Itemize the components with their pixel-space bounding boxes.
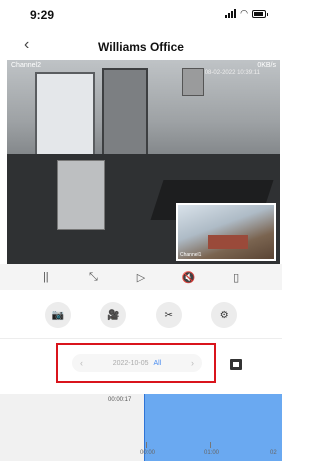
video-player[interactable]: Channel2 0KB/s 08-02-2022 10:39:11 Chann… — [7, 60, 280, 264]
playback-controls: || ⤡ ▷ 🔇 ▯ — [0, 264, 282, 290]
pip-scene-desk — [208, 235, 248, 249]
pause-button[interactable]: || — [35, 271, 57, 283]
tick-mark — [146, 442, 147, 448]
tick-label: 00:00 — [140, 450, 156, 456]
tool-buttons: 📷 🎥 ✂ ⚙ — [0, 302, 282, 330]
snapshot-button[interactable]: 📷 — [44, 302, 71, 328]
bitrate-label: 0KB/s — [257, 62, 276, 69]
cursor-time: 00:00:17 — [108, 397, 132, 403]
video-scene-poster — [182, 68, 204, 96]
page-title: Williams Office — [98, 40, 184, 54]
divider — [0, 338, 282, 339]
filter-all-button[interactable]: All — [153, 360, 161, 367]
nav-bar: ‹ Williams Office — [0, 30, 282, 60]
picture-in-picture[interactable]: Channel1 — [176, 203, 276, 261]
video-scene-cabinet — [57, 160, 105, 230]
rotate-button[interactable]: ▯ — [225, 271, 247, 284]
calendar-icon[interactable] — [230, 359, 242, 370]
record-button[interactable]: 🎥 — [100, 302, 127, 328]
tick-label: 02 — [270, 450, 277, 456]
date-selector[interactable]: ‹ 2022-10-05 All › — [72, 354, 202, 372]
video-timestamp: 08-02-2022 10:39:11 — [204, 70, 260, 76]
tick-mark — [210, 442, 211, 448]
video-scene-door — [102, 68, 148, 168]
fullscreen-button[interactable]: ⤡ — [82, 271, 104, 284]
clip-button[interactable]: ✂ — [155, 302, 182, 328]
date-label-group: 2022-10-05 All — [113, 360, 162, 367]
settings-button[interactable]: ⚙ — [211, 302, 238, 328]
play-next-button[interactable]: ▷ — [130, 271, 152, 284]
playback-timeline[interactable]: 00:00:17 00:00 01:00 02 — [0, 394, 282, 461]
signal-icon — [225, 9, 237, 18]
date-text: 2022-10-05 — [112, 359, 149, 367]
status-icons: ◠ — [225, 8, 268, 19]
wifi-icon: ◠ — [240, 8, 248, 18]
status-time: 9:29 — [30, 8, 55, 22]
status-bar: 9:29 ◠ — [0, 0, 282, 28]
prev-date-button[interactable]: ‹ — [80, 358, 83, 368]
next-date-button[interactable]: › — [191, 358, 194, 368]
battery-icon — [252, 9, 268, 18]
channel-label: Channel2 — [11, 62, 41, 69]
mute-button[interactable]: 🔇 — [178, 271, 200, 284]
pip-channel-label: Channel1 — [180, 252, 202, 258]
tick-label: 01:00 — [204, 450, 220, 456]
date-selector-highlight: ‹ 2022-10-05 All › — [56, 343, 216, 383]
